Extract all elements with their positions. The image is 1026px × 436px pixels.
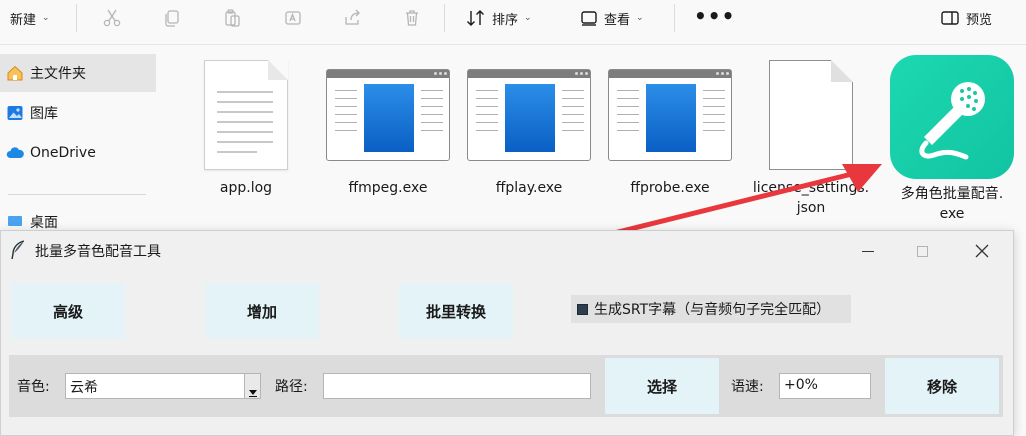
- voice-select[interactable]: 云希: [65, 373, 261, 399]
- toolbar-separator: [444, 4, 445, 32]
- nav-item-gallery[interactable]: 图库: [0, 94, 156, 132]
- nav-separator: [8, 194, 146, 195]
- new-button[interactable]: 新建 ⌄: [10, 0, 50, 36]
- executable-icon: [326, 69, 450, 161]
- share-icon[interactable]: [341, 6, 365, 30]
- nav-item-home[interactable]: 主文件夹: [0, 54, 156, 92]
- speed-label: 语速:: [731, 379, 764, 395]
- minimize-icon[interactable]: [845, 237, 891, 265]
- executable-icon: [608, 69, 732, 161]
- gallery-icon: [7, 106, 23, 120]
- checkbox-checked-icon[interactable]: [577, 303, 588, 315]
- remove-button[interactable]: 移除: [885, 358, 999, 414]
- paste-icon[interactable]: [220, 6, 244, 30]
- speed-input[interactable]: +0%: [779, 373, 871, 399]
- view-icon: [581, 11, 597, 26]
- maximize-icon[interactable]: [899, 237, 945, 265]
- close-icon[interactable]: [959, 237, 1005, 265]
- nav-item-label: OneDrive: [30, 145, 96, 161]
- delete-icon[interactable]: [400, 6, 424, 30]
- nav-item-label: 图库: [30, 106, 58, 122]
- nav-item-onedrive[interactable]: OneDrive: [0, 134, 156, 172]
- file-name: 多角色批量配音. exe: [900, 186, 1004, 222]
- nav-item-label: 主文件夹: [30, 66, 86, 82]
- advanced-button[interactable]: 高级: [11, 283, 125, 339]
- path-label: 路径:: [275, 379, 308, 395]
- sort-label: 排序: [492, 12, 519, 28]
- preview-button[interactable]: 预览: [940, 0, 992, 36]
- srt-subtitle-checkbox[interactable]: 生成SRT字幕（与音频句子完全匹配）: [571, 295, 851, 323]
- chevron-down-icon: ⌄: [636, 13, 644, 23]
- tool-window: 批量多音色配音工具 高级 增加 批里转换 生成SRT字幕（与音频句子完全匹配） …: [0, 230, 1014, 436]
- home-icon: [7, 65, 23, 81]
- view-button[interactable]: 查看 ⌄: [580, 0, 644, 36]
- explorer-toolbar: 新建 ⌄ 排序 ⌄ 查看 ⌄ ••• 预览: [0, 0, 1026, 38]
- nav-item-label: 桌面: [30, 215, 58, 230]
- blank-file-icon: [769, 60, 853, 170]
- file-item-dubbing-app[interactable]: 多角色批量配音. exe: [884, 54, 1020, 234]
- new-label: 新建: [10, 12, 37, 28]
- batch-convert-button[interactable]: 批里转换: [399, 283, 513, 339]
- file-item-app-log[interactable]: app.log: [178, 56, 314, 236]
- file-item-ffplay[interactable]: ffplay.exe: [461, 56, 597, 236]
- text-document-icon: [204, 60, 288, 170]
- sort-button[interactable]: 排序 ⌄: [466, 0, 532, 36]
- add-button[interactable]: 增加: [205, 283, 319, 339]
- cut-icon[interactable]: [100, 6, 124, 30]
- executable-icon: [467, 69, 591, 161]
- toolbar-separator: [76, 4, 77, 32]
- toolbar-separator: [674, 4, 675, 32]
- srt-checkbox-label: 生成SRT字幕（与音频句子完全匹配）: [594, 302, 831, 318]
- view-label: 查看: [604, 12, 631, 28]
- chevron-down-icon: ⌄: [524, 13, 532, 23]
- voice-row: 音色: 云希 路径: 选择 语速: +0% 移除: [9, 355, 1003, 417]
- sort-icon: [467, 10, 484, 26]
- nav-item-desktop[interactable]: 桌面: [0, 214, 156, 230]
- window-title: 批量多音色配音工具: [35, 244, 161, 260]
- file-name: ffmpeg.exe: [348, 180, 428, 196]
- copy-icon[interactable]: [160, 6, 184, 30]
- rename-icon[interactable]: [281, 6, 305, 30]
- window-titlebar[interactable]: 批量多音色配音工具: [1, 231, 1013, 269]
- select-button[interactable]: 选择: [605, 358, 719, 414]
- file-name: ffplay.exe: [495, 180, 563, 196]
- path-input[interactable]: [323, 373, 591, 399]
- desktop-icon: [8, 216, 22, 226]
- dropdown-arrow-icon[interactable]: [244, 374, 260, 398]
- onedrive-icon: [6, 147, 24, 158]
- preview-label: 预览: [966, 12, 993, 28]
- voice-value: 云希: [70, 380, 98, 396]
- microphone-app-icon: [890, 55, 1014, 179]
- file-name: app.log: [219, 180, 273, 196]
- file-item-ffmpeg[interactable]: ffmpeg.exe: [320, 56, 456, 236]
- feather-icon: [11, 240, 25, 260]
- chevron-down-icon: ⌄: [42, 13, 50, 23]
- more-options-icon[interactable]: •••: [694, 6, 735, 26]
- preview-pane-icon: [941, 11, 959, 25]
- voice-label: 音色:: [17, 379, 50, 395]
- toolbar-divider: [0, 44, 1026, 45]
